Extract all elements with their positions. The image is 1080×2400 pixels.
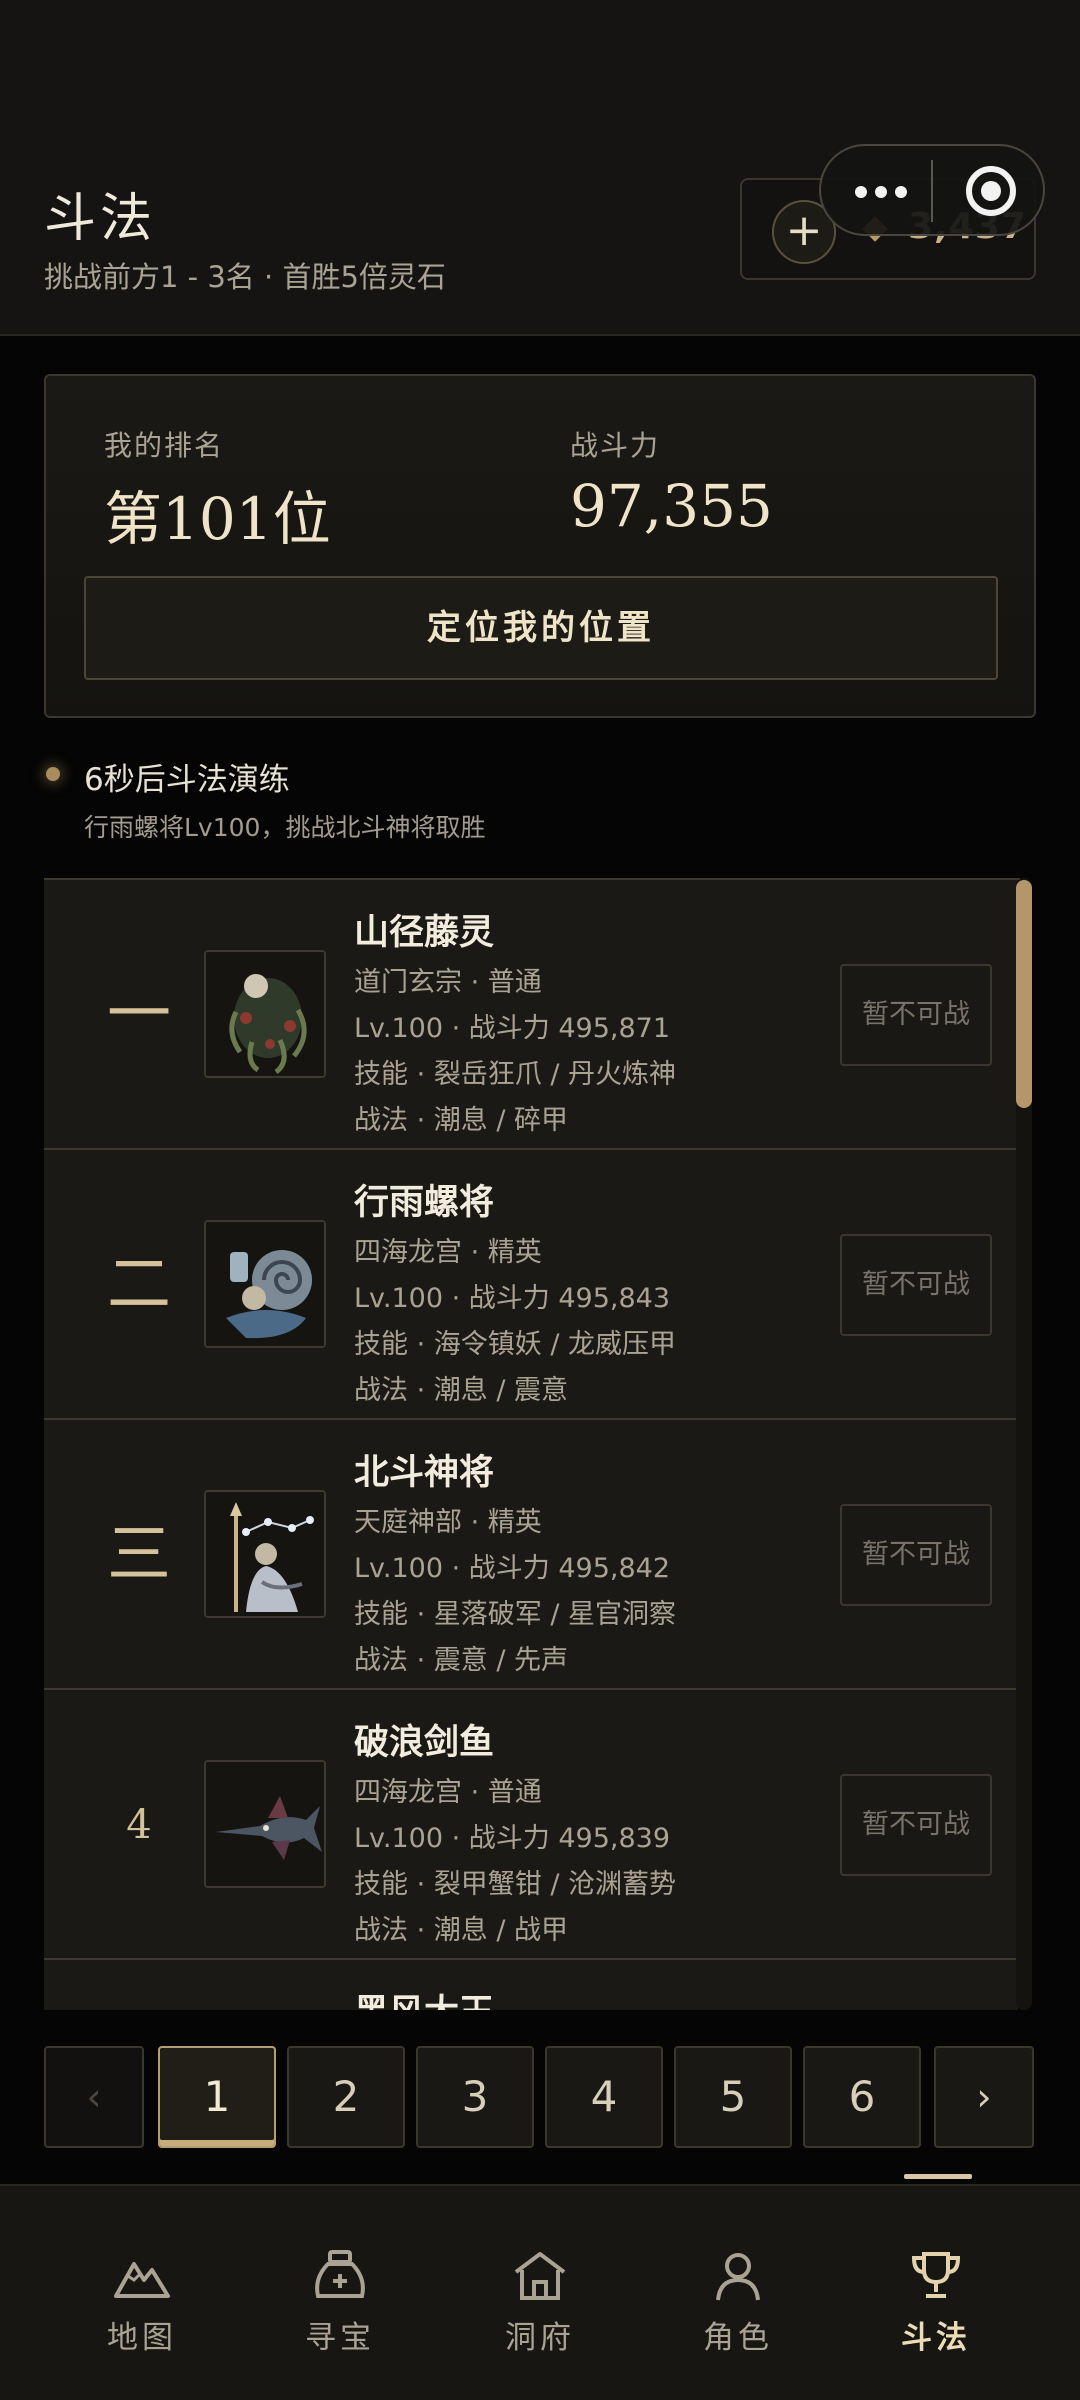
vine-spirit-portrait-icon xyxy=(204,950,326,1078)
tab-treasure[interactable]: 寻宝 xyxy=(260,2250,420,2390)
page-button-6[interactable]: 6 xyxy=(803,2046,921,2148)
tab-battle[interactable]: 斗法 xyxy=(856,2250,1016,2390)
page-button-5[interactable]: 5 xyxy=(674,2046,792,2148)
opponent-row[interactable]: 5 黑风大王 xyxy=(44,1960,1018,2010)
opponent-name: 破浪剑鱼 xyxy=(354,1723,495,1763)
opponent-rank: 三 xyxy=(107,1518,171,1592)
page-subtitle: 挑战前方1 - 3名 · 首胜5倍灵石 xyxy=(44,260,446,294)
opponent-faction: 天庭神部 · 精英 xyxy=(354,1507,542,1538)
tab-label: 洞府 xyxy=(505,2320,575,2356)
tab-cave[interactable]: 洞府 xyxy=(460,2250,620,2390)
opponent-rank: 一 xyxy=(107,978,171,1052)
opponent-name: 行雨螺将 xyxy=(354,1183,495,1223)
opponent-stats: Lv.100 · 战斗力 495,871 xyxy=(354,1013,671,1044)
challenge-button[interactable]: 暂不可战 xyxy=(840,964,992,1066)
tab-label: 角色 xyxy=(703,2320,773,2356)
page-button-4[interactable]: 4 xyxy=(545,2046,663,2148)
opponent-stats: Lv.100 · 战斗力 495,842 xyxy=(354,1553,671,1584)
challenge-button[interactable]: 暂不可战 xyxy=(840,1504,992,1606)
opponent-name: 山径藤灵 xyxy=(354,913,495,953)
notice-title: 6秒后斗法演练 xyxy=(84,762,290,798)
opponent-tactics: 战法 · 潮息 / 震意 xyxy=(354,1375,569,1406)
opponent-name: 北斗神将 xyxy=(354,1453,495,1493)
opponent-row[interactable]: 一 山径藤灵 道门玄宗 · 普通 Lv.100 · 战斗力 495,871 技能… xyxy=(44,880,1018,1150)
my-rank-label: 我的排名 xyxy=(104,429,225,462)
opponent-stats: Lv.100 · 战斗力 495,839 xyxy=(354,1823,671,1854)
opponent-tactics: 战法 · 震意 / 先声 xyxy=(354,1645,569,1676)
opponent-tactics: 战法 · 潮息 / 战甲 xyxy=(354,1915,569,1946)
opponent-tactics: 战法 · 潮息 / 碎甲 xyxy=(354,1105,569,1136)
opponent-skills: 技能 · 海令镇妖 / 龙威压甲 xyxy=(354,1329,677,1360)
bottom-tab-bar: 地图 寻宝 洞府 角色 斗法 xyxy=(0,2184,1080,2400)
miniprogram-capsule xyxy=(819,144,1045,236)
swordfish-portrait-icon xyxy=(204,1760,326,1888)
person-icon xyxy=(716,2253,760,2301)
scroll-thumb[interactable] xyxy=(1016,880,1032,1108)
opponent-row[interactable]: 二 行雨螺将 四海龙宫 · 精英 Lv.100 · 战斗力 495,843 技能… xyxy=(44,1150,1018,1420)
pagination: ‹ 1 2 3 4 5 6 › xyxy=(44,2046,1036,2148)
opponent-faction: 四海龙宫 · 精英 xyxy=(354,1237,542,1268)
active-tab-indicator xyxy=(904,2174,972,2179)
trophy-icon xyxy=(911,2252,961,2298)
close-miniprogram-icon[interactable] xyxy=(966,166,1016,216)
challenge-button[interactable]: 暂不可战 xyxy=(840,1234,992,1336)
opponent-faction: 四海龙宫 · 普通 xyxy=(354,1777,542,1808)
more-options-icon[interactable] xyxy=(851,166,915,218)
my-rank-card: 我的排名 第101位 战斗力 97,355 定位我的位置 xyxy=(44,374,1036,718)
opponent-skills: 技能 · 星落破军 / 星官洞察 xyxy=(354,1599,677,1630)
opponent-skills: 技能 · 裂岳狂爪 / 丹火炼神 xyxy=(354,1059,677,1090)
star-general-portrait-icon xyxy=(204,1490,326,1618)
opponent-list[interactable]: 一 山径藤灵 道门玄宗 · 普通 Lv.100 · 战斗力 495,871 技能… xyxy=(44,878,1020,2010)
opponent-row[interactable]: 4 破浪剑鱼 四海龙宫 · 普通 Lv.100 · 战斗力 495,839 技能… xyxy=(44,1690,1018,1960)
next-page-button[interactable]: › xyxy=(934,2046,1034,2148)
tab-label: 寻宝 xyxy=(305,2320,375,2356)
my-rank-value: 第101位 xyxy=(104,485,331,553)
power-value: 97,355 xyxy=(570,472,773,540)
tab-label: 地图 xyxy=(107,2320,177,2356)
page-button-2[interactable]: 2 xyxy=(287,2046,405,2148)
page-title: 斗法 xyxy=(44,189,157,249)
opponent-rank: 4 xyxy=(126,1802,152,1848)
opponent-skills: 技能 · 裂甲蟹钳 / 沧渊蓄势 xyxy=(354,1869,677,1900)
list-scrollbar[interactable] xyxy=(1016,878,1032,2010)
tab-character[interactable]: 角色 xyxy=(658,2250,818,2390)
capsule-divider xyxy=(931,160,933,222)
tab-label: 斗法 xyxy=(901,2320,971,2356)
page-header: 斗法 挑战前方1 - 3名 · 首胜5倍灵石 + 3,437 xyxy=(0,0,1080,336)
opponent-stats: Lv.100 · 战斗力 495,843 xyxy=(354,1283,671,1314)
opponent-faction: 道门玄宗 · 普通 xyxy=(354,967,542,998)
power-label: 战斗力 xyxy=(570,429,661,462)
prev-page-button[interactable]: ‹ xyxy=(44,2046,144,2148)
opponent-name: 黑风大王 xyxy=(354,1984,494,2010)
tab-map[interactable]: 地图 xyxy=(62,2250,222,2390)
challenge-button[interactable]: 暂不可战 xyxy=(840,1774,992,1876)
house-icon xyxy=(514,2252,566,2300)
page-button-3[interactable]: 3 xyxy=(416,2046,534,2148)
treasure-bag-icon xyxy=(315,2250,365,2298)
opponent-rank: 二 xyxy=(107,1248,171,1322)
locate-my-position-button[interactable]: 定位我的位置 xyxy=(84,576,998,680)
notice-dot-icon xyxy=(46,767,60,781)
page-button-1[interactable]: 1 xyxy=(158,2046,276,2148)
notice-subtitle: 行雨螺将Lv100，挑战北斗神将取胜 xyxy=(84,813,486,842)
opponent-rank: 5 xyxy=(74,1960,204,2010)
mountain-map-icon xyxy=(114,2262,170,2298)
opponent-row[interactable]: 三 北斗神将 天庭神部 · 精英 Lv.100 · 战斗力 495,842 技能… xyxy=(44,1420,1018,1690)
snail-general-portrait-icon xyxy=(204,1220,326,1348)
